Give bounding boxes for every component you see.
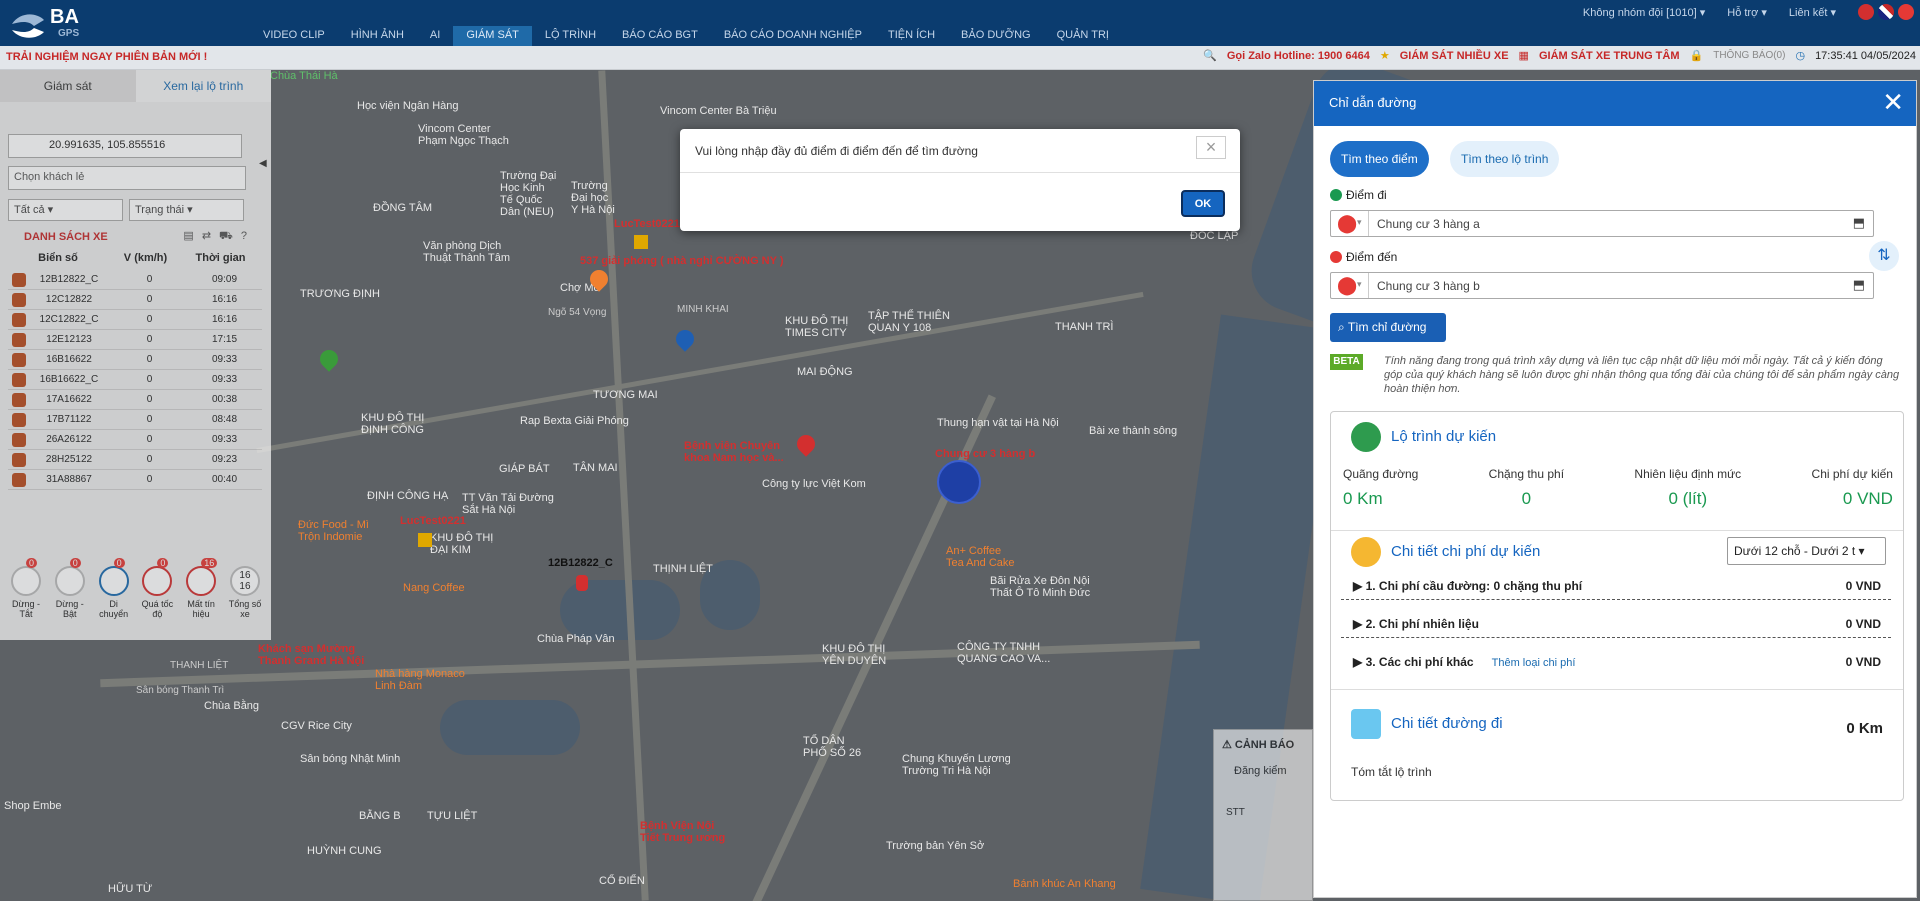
tab-find-by-point[interactable]: Tìm theo điểm xyxy=(1330,141,1429,177)
close-icon[interactable]: × xyxy=(1196,136,1226,159)
metric-fuel: Nhiên liệu định mức 0 (lít) xyxy=(1634,467,1742,508)
map-pin-icon: ⬤ xyxy=(1337,275,1358,295)
to-label: Điểm đến xyxy=(1330,250,1397,264)
green-dot-icon xyxy=(1330,189,1342,201)
route-header: Chỉ dẫn đường ✕ xyxy=(1314,81,1916,126)
detail-header: Chi tiết đường đi xyxy=(1351,709,1503,739)
warning-title: ⚠ CẢNH BÁO xyxy=(1222,739,1295,751)
beta-badge: BETA xyxy=(1330,354,1363,370)
from-input[interactable]: ⬤ ▾ Chung cư 3 hàng a ⬒ xyxy=(1330,210,1874,237)
cost-row-other[interactable]: ▶ 3. Các chi phí khác Thêm loại chi phí 0 … xyxy=(1341,648,1891,676)
map-pin-icon: ⬤ xyxy=(1337,213,1358,233)
vehicle-type-select[interactable]: Dưới 12 chỗ - Dưới 2 t ▾ xyxy=(1727,537,1886,565)
cost-row-fuel[interactable]: ▶ 2. Chi phí nhiên liệu 0 VND xyxy=(1341,610,1891,638)
from-label: Điểm đi xyxy=(1330,188,1387,202)
warning-panel: ⚠ CẢNH BÁO Đăng kiểm STT xyxy=(1213,729,1313,901)
dollar-icon xyxy=(1351,537,1381,567)
to-input[interactable]: ⬤ ▾ Chung cư 3 hàng b ⬒ xyxy=(1330,272,1874,299)
divider xyxy=(680,172,1240,173)
from-value: Chung cư 3 hàng a xyxy=(1377,217,1480,231)
route-estimate-card: Lộ trình dự kiến Quãng đường 0 Km Chặng t… xyxy=(1330,411,1904,801)
cost-row-toll[interactable]: ▶ 1. Chi phí cầu đường: 0 chặng thu phí 0… xyxy=(1341,572,1891,600)
swap-icon[interactable]: ⇅ xyxy=(1869,241,1899,271)
divider xyxy=(1331,530,1903,531)
search-icon: ⌕ xyxy=(1338,320,1345,334)
divider xyxy=(1331,689,1903,690)
tab-find-by-route[interactable]: Tìm theo lộ trình xyxy=(1450,141,1560,177)
pin-dropdown[interactable]: ⬤ ▾ xyxy=(1331,211,1369,236)
bookmark-icon[interactable]: ⬒ xyxy=(1853,277,1865,293)
to-value: Chung cư 3 hàng b xyxy=(1377,279,1480,293)
cost-header: Chi tiết chi phí dự kiến xyxy=(1351,537,1540,567)
alert-dialog: Vui lòng nhập đầy đủ điểm đi điểm đến để… xyxy=(680,129,1240,231)
close-icon[interactable]: ✕ xyxy=(1882,89,1904,115)
route-title: Chỉ dẫn đường xyxy=(1329,95,1417,110)
metric-distance: Quãng đường 0 Km xyxy=(1343,467,1419,508)
route-metrics: Quãng đường 0 Km Chặng thu phí 0 Nhiên liệ… xyxy=(1343,467,1893,509)
warning-sub: Đăng kiểm xyxy=(1234,765,1287,777)
metric-toll: Chặng thu phí 0 xyxy=(1488,467,1565,508)
beta-text: Tính năng đang trong quá trình xây dựng … xyxy=(1384,355,1900,395)
metric-cost: Chi phí dự kiến 0 VND xyxy=(1811,467,1893,508)
bookmark-icon[interactable]: ⬒ xyxy=(1853,215,1865,231)
ok-button[interactable]: OK xyxy=(1181,190,1225,217)
alert-message: Vui lòng nhập đầy đủ điểm đi điểm đến để… xyxy=(695,144,978,158)
add-cost-link[interactable]: Thêm loại chi phí xyxy=(1492,657,1576,669)
find-route-button[interactable]: ⌕ Tìm chỉ đường xyxy=(1330,313,1446,342)
route-arrow-icon xyxy=(1351,422,1381,452)
route-panel: Chỉ dẫn đường ✕ Tìm theo điểm Tìm theo l… xyxy=(1313,80,1917,898)
warning-stt: STT xyxy=(1226,807,1245,818)
plan-header: Lộ trình dự kiến xyxy=(1351,422,1496,452)
red-dot-icon xyxy=(1330,251,1342,263)
navigation-icon xyxy=(1351,709,1381,739)
route-distance: 0 Km xyxy=(1846,720,1883,737)
pin-dropdown[interactable]: ⬤ ▾ xyxy=(1331,273,1369,298)
route-summary: Tóm tắt lộ trình xyxy=(1351,765,1432,779)
